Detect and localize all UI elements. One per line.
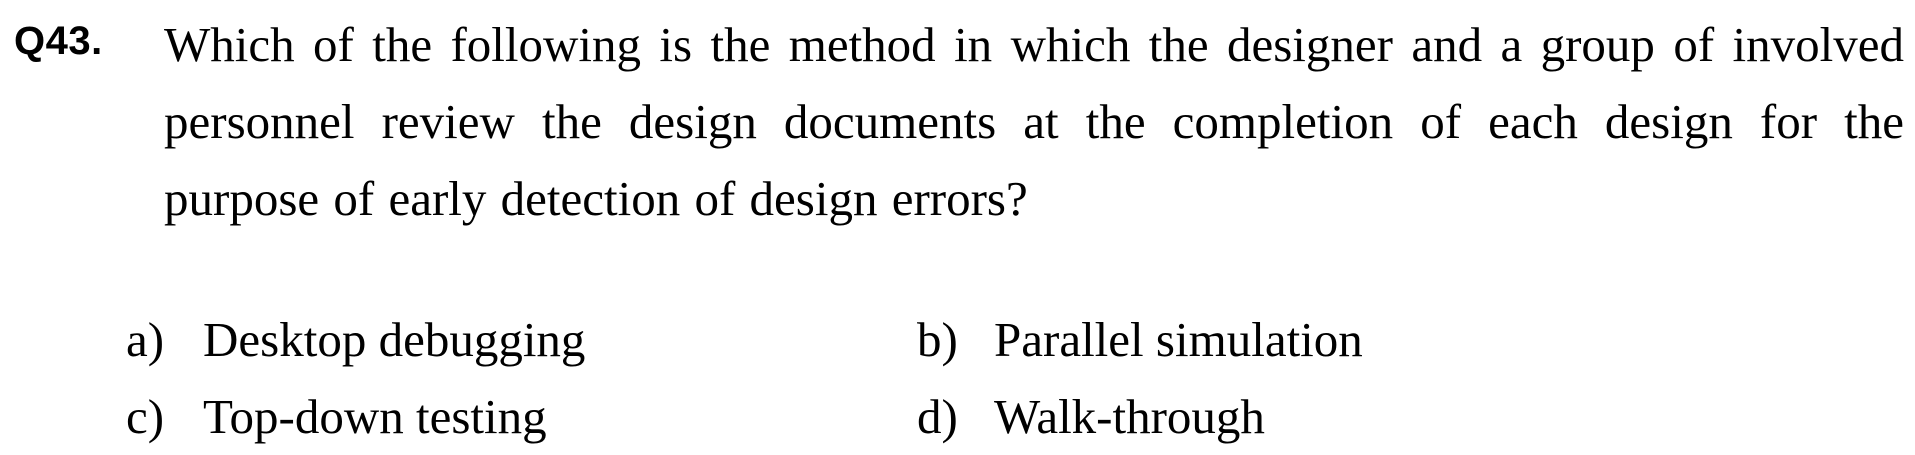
option-text: Desktop debugging bbox=[203, 312, 586, 367]
option-letter: c) bbox=[126, 389, 165, 444]
option-letter: a) bbox=[126, 312, 165, 367]
question-number: Q43. bbox=[14, 19, 103, 63]
option-letter: d) bbox=[917, 389, 958, 444]
option-letter: b) bbox=[917, 312, 958, 367]
option-text: Walk-through bbox=[994, 389, 1265, 444]
option-text: Top-down testing bbox=[203, 389, 547, 444]
option-text: Parallel simulation bbox=[994, 312, 1363, 367]
question-text: Which of the following is the method in … bbox=[164, 17, 1904, 226]
